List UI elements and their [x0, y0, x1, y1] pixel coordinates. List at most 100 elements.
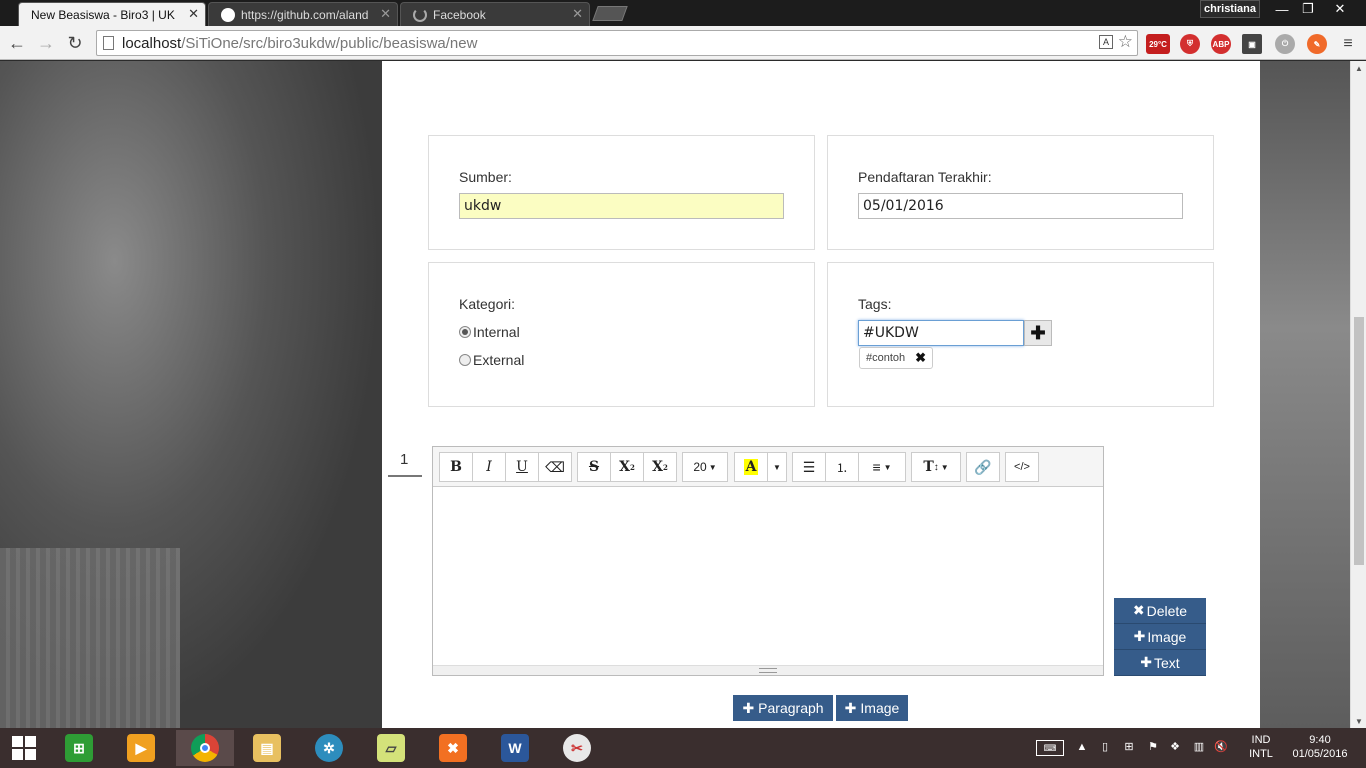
- add-tag-button[interactable]: ✚: [1024, 320, 1052, 346]
- editor-toolbar: B I U ⌫ S X2 X2 20 ▼ A ▼ ☰ ⒈ ≡ ▼ T ↕ ▼ 🔗…: [433, 447, 1103, 487]
- translate-icon[interactable]: A: [1099, 35, 1113, 49]
- taskbar-app-sticky[interactable]: ▱: [362, 730, 420, 766]
- radio-internal[interactable]: Internal: [459, 324, 520, 340]
- word-icon: W: [501, 734, 529, 762]
- minimize-icon[interactable]: —: [1268, 0, 1296, 18]
- close-window-icon[interactable]: ✕: [1326, 0, 1354, 18]
- ordered-list-button[interactable]: ⒈: [825, 452, 859, 482]
- code-view-button[interactable]: </>: [1005, 452, 1039, 482]
- xampp-icon: ✖: [439, 734, 467, 762]
- bold-button[interactable]: B: [439, 452, 473, 482]
- superscript-button[interactable]: X2: [610, 452, 644, 482]
- tray-volume-icon[interactable]: 🔇: [1214, 740, 1228, 754]
- tray-network-icon[interactable]: ▥: [1192, 740, 1206, 754]
- tray-device-icon[interactable]: ▯: [1098, 740, 1112, 754]
- new-tab-button[interactable]: [592, 6, 628, 21]
- editor-body[interactable]: [433, 488, 1103, 666]
- browser-tab[interactable]: Facebook ✕: [400, 2, 590, 26]
- scroll-up-icon[interactable]: ▲: [1351, 61, 1366, 75]
- tray-dropbox-icon[interactable]: ❖: [1168, 740, 1182, 754]
- restore-icon[interactable]: ❐: [1294, 0, 1322, 18]
- browser-tab[interactable]: https://github.com/aland ✕: [208, 2, 398, 26]
- adblock-icon[interactable]: ABP: [1211, 34, 1231, 54]
- underline-button[interactable]: U: [505, 452, 539, 482]
- url-host: localhost: [122, 34, 182, 52]
- browser-tab-bar: New Beasiswa - Biro3 | UK ✕ https://gith…: [0, 0, 1366, 26]
- editor-resize-handle[interactable]: [433, 665, 1103, 675]
- taskbar-app-snipping[interactable]: ✂: [548, 730, 606, 766]
- taskbar-app-xampp[interactable]: ✖: [424, 730, 482, 766]
- remove-tag-icon[interactable]: ✖: [915, 350, 926, 366]
- keyboard-icon[interactable]: ⌨: [1036, 740, 1064, 756]
- tab-title: https://github.com/aland: [241, 7, 369, 22]
- radio-label: Internal: [473, 324, 520, 340]
- add-image-button[interactable]: ✚ Image: [836, 695, 908, 721]
- scroll-down-icon[interactable]: ▼: [1351, 714, 1366, 728]
- strikethrough-button[interactable]: S: [577, 452, 611, 482]
- page-viewport: Sumber: ukdw Pendaftaran Terakhir: 05/01…: [0, 61, 1350, 728]
- highlight-glyph: A: [743, 459, 759, 475]
- menu-icon[interactable]: ≡: [1338, 34, 1358, 54]
- pendaftaran-date-input[interactable]: 05/01/2016: [858, 193, 1183, 219]
- eraser-button[interactable]: ⌫: [538, 452, 572, 482]
- weather-temp: 29°C: [1149, 39, 1167, 49]
- browser-tab[interactable]: New Beasiswa - Biro3 | UK ✕: [18, 2, 206, 26]
- add-paragraph-button[interactable]: ✚ Paragraph: [733, 695, 833, 721]
- paragraph-label: Paragraph: [758, 700, 824, 716]
- unordered-list-button[interactable]: ☰: [792, 452, 826, 482]
- tray-windows-icon[interactable]: ⊞: [1122, 740, 1136, 754]
- highlight-color-button[interactable]: A: [734, 452, 768, 482]
- plus-icon: ✚: [1140, 654, 1153, 670]
- subscript-button[interactable]: X2: [643, 452, 677, 482]
- extension-icon[interactable]: ▣: [1242, 34, 1262, 54]
- clock[interactable]: 9:40 01/05/2016: [1284, 733, 1356, 761]
- shield-extension-icon[interactable]: ⛨: [1180, 34, 1200, 54]
- taskbar-app-sourcetree[interactable]: ✲: [300, 730, 358, 766]
- italic-button[interactable]: I: [472, 452, 506, 482]
- tray-flag-icon[interactable]: ⚑: [1146, 740, 1160, 754]
- browser-toolbar: ← → ↻ localhost/SiTiOne/src/biro3ukdw/pu…: [0, 26, 1366, 60]
- add-text-section-button[interactable]: ✚ Text: [1114, 650, 1206, 676]
- tray-expand-icon[interactable]: ▲: [1076, 740, 1088, 754]
- sumber-input[interactable]: ukdw: [459, 193, 784, 219]
- link-button[interactable]: 🔗: [966, 452, 1000, 482]
- line-height-dropdown[interactable]: T ↕ ▼: [911, 452, 961, 482]
- radio-button[interactable]: [459, 326, 471, 338]
- taskbar-app-chrome[interactable]: [176, 730, 234, 766]
- close-icon[interactable]: ✕: [572, 6, 583, 22]
- scroll-thumb[interactable]: [1354, 317, 1364, 565]
- page-scrollbar[interactable]: ▲ ▼: [1350, 61, 1366, 728]
- font-size-dropdown[interactable]: 20 ▼: [682, 452, 728, 482]
- reload-icon[interactable]: ↻: [64, 32, 86, 54]
- input-language[interactable]: IND INTL: [1244, 733, 1278, 761]
- address-bar[interactable]: localhost/SiTiOne/src/biro3ukdw/public/b…: [96, 30, 1138, 56]
- back-icon[interactable]: ←: [6, 32, 28, 54]
- delete-section-button[interactable]: ✖ Delete: [1114, 598, 1206, 624]
- close-icon[interactable]: ✕: [380, 6, 391, 22]
- section-number-underline: [388, 475, 422, 477]
- weather-icon[interactable]: 29°C: [1146, 34, 1170, 54]
- page-icon: [103, 36, 114, 50]
- tag-input[interactable]: #UKDW: [858, 320, 1024, 346]
- forward-icon[interactable]: →: [35, 32, 57, 54]
- line-height-icon: ↕: [933, 461, 939, 473]
- video-icon: ▶: [127, 734, 155, 762]
- taskbar-app-store[interactable]: ⊞: [50, 730, 108, 766]
- clock-date: 01/05/2016: [1292, 748, 1348, 760]
- bookmark-star-icon[interactable]: ☆: [1118, 32, 1133, 52]
- taskbar-app-video[interactable]: ▶: [112, 730, 170, 766]
- plus-icon: ✚: [742, 699, 755, 716]
- add-image-section-button[interactable]: ✚ Image: [1114, 624, 1206, 650]
- taskbar-app-word[interactable]: W: [486, 730, 544, 766]
- power-extension-icon[interactable]: ⏻: [1275, 34, 1295, 54]
- start-button[interactable]: [0, 730, 48, 766]
- align-dropdown[interactable]: ≡ ▼: [858, 452, 906, 482]
- close-icon[interactable]: ✕: [188, 6, 199, 22]
- pencil-extension-icon[interactable]: ✎: [1307, 34, 1327, 54]
- profile-badge[interactable]: christiana: [1200, 0, 1260, 18]
- radio-external[interactable]: External: [459, 352, 524, 368]
- taskbar-app-explorer[interactable]: ▤: [238, 730, 296, 766]
- radio-button[interactable]: [459, 354, 471, 366]
- sticky-notes-icon: ▱: [377, 734, 405, 762]
- highlight-dropdown[interactable]: ▼: [767, 452, 787, 482]
